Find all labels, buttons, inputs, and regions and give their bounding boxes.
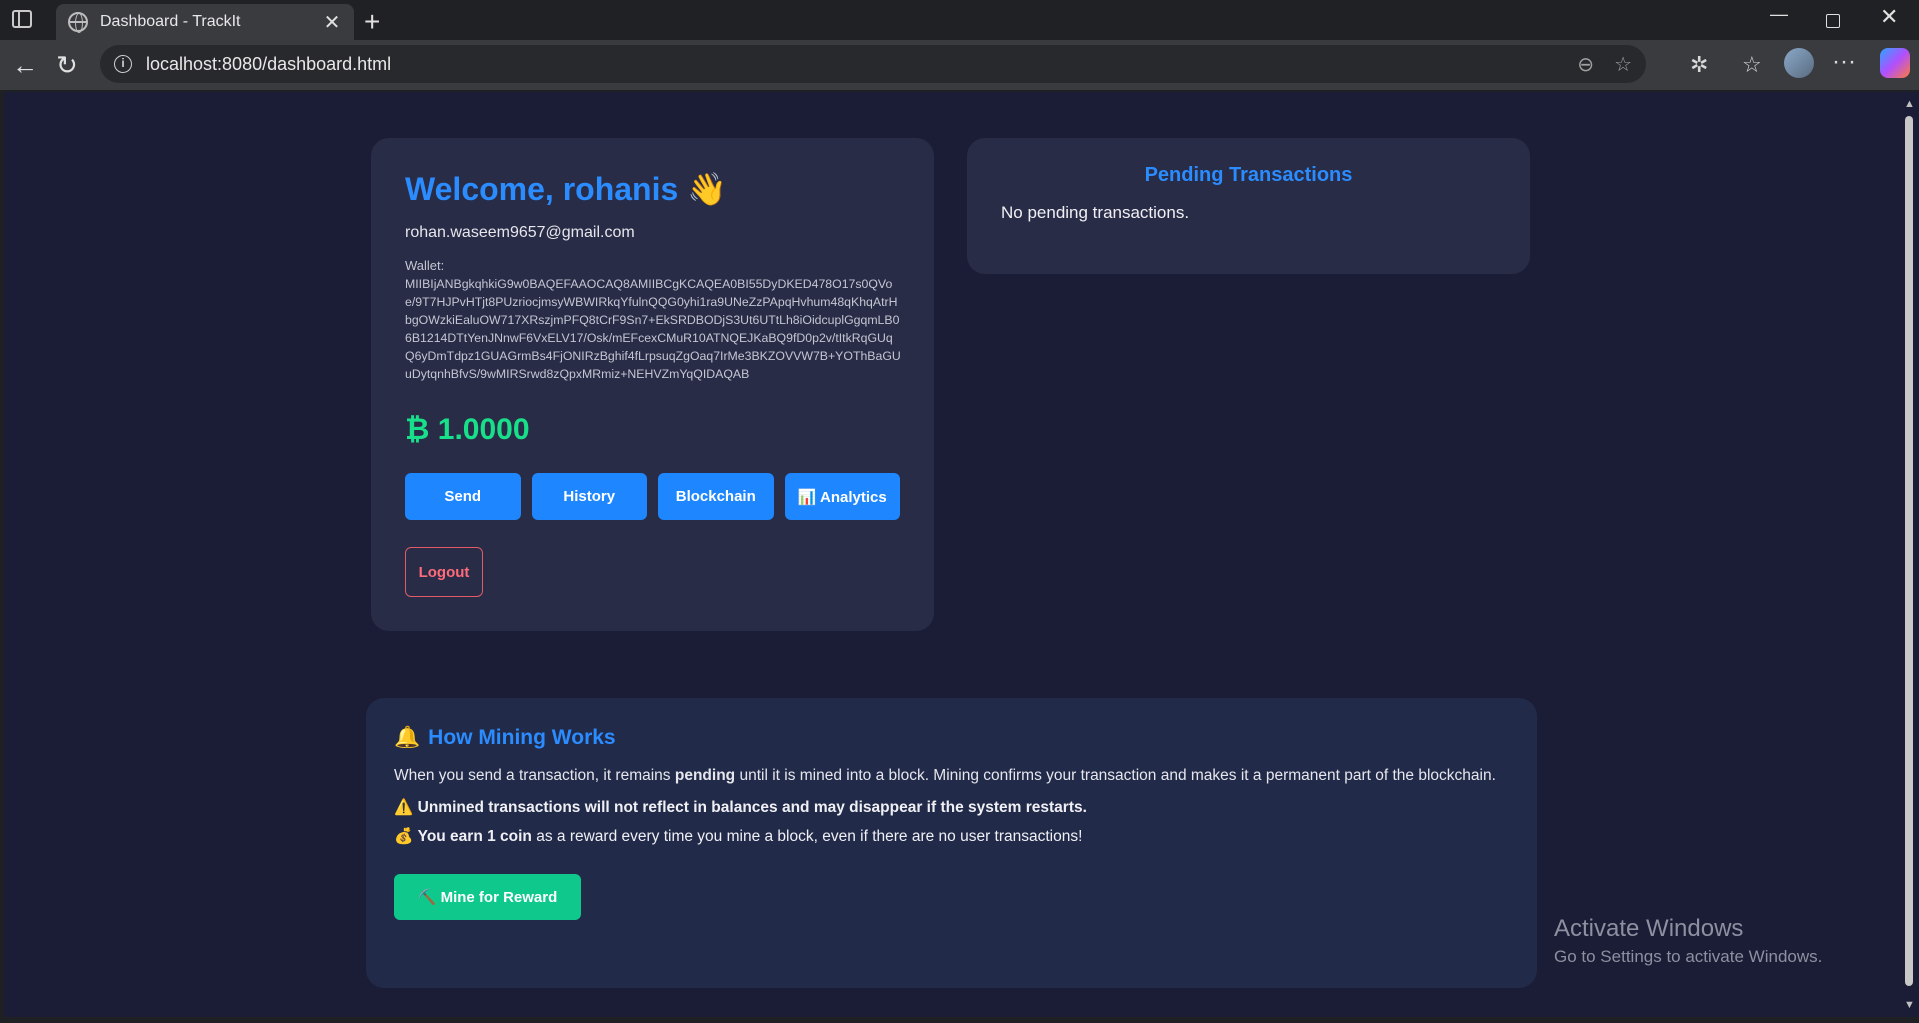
mining-desc-suffix: until it is mined into a block. Mining c… xyxy=(735,767,1496,784)
mining-desc-bold: pending xyxy=(674,767,736,784)
favorites-icon[interactable]: ☆ xyxy=(1742,52,1762,78)
url-text[interactable]: localhost:8080/dashboard.html xyxy=(146,54,1557,75)
browser-tab[interactable]: Dashboard - TrackIt ✕ xyxy=(56,4,354,40)
mining-warning: ⚠️ Unmined transactions will not reflect… xyxy=(394,798,1509,817)
address-bar[interactable]: i localhost:8080/dashboard.html ⊖ ☆ xyxy=(100,45,1646,83)
back-arrow-icon[interactable]: ← xyxy=(12,50,38,81)
extensions-icon[interactable]: ✲ xyxy=(1690,52,1708,78)
close-window-icon[interactable]: ✕ xyxy=(1880,4,1898,30)
mining-info-card: 🔔 How Mining Works When you send a trans… xyxy=(366,698,1537,988)
copilot-icon[interactable] xyxy=(1880,48,1910,78)
bell-icon: 🔔 xyxy=(394,726,421,749)
page-scrollbar[interactable]: ▲ ▼ xyxy=(1899,92,1919,1017)
wallet-label: Wallet: xyxy=(405,258,445,273)
zoom-out-icon[interactable]: ⊖ xyxy=(1577,52,1594,77)
reward-bold-text: You earn 1 coin xyxy=(417,828,532,845)
globe-icon xyxy=(68,12,88,33)
close-tab-icon[interactable]: ✕ xyxy=(322,10,342,35)
windows-activation-watermark: Activate Windows Go to Settings to activ… xyxy=(1554,915,1822,967)
activate-title: Activate Windows xyxy=(1554,915,1744,942)
scroll-down-arrow-icon[interactable]: ▼ xyxy=(1904,999,1915,1011)
warning-icon: ⚠️ xyxy=(394,799,414,816)
mine-for-reward-button[interactable]: ⛏️ Mine for Reward xyxy=(394,874,581,920)
logout-button[interactable]: Logout xyxy=(405,547,483,597)
mining-description: When you send a transaction, it remains … xyxy=(394,764,1504,788)
warning-text: Unmined transactions will not reflect in… xyxy=(417,799,1087,816)
mining-heading: 🔔 How Mining Works xyxy=(394,726,1509,750)
favorite-star-icon[interactable]: ☆ xyxy=(1614,52,1632,77)
maximize-icon[interactable] xyxy=(1826,14,1840,28)
history-button[interactable]: History xyxy=(531,473,647,520)
new-tab-icon[interactable]: + xyxy=(364,6,380,38)
mining-desc-prefix: When you send a transaction, it remains xyxy=(394,767,675,784)
sidebar-toggle-icon[interactable] xyxy=(12,10,32,28)
mining-title: How Mining Works xyxy=(428,726,616,749)
more-menu-icon[interactable]: ··· xyxy=(1832,48,1856,76)
balance-value: ₿ 1.0000 xyxy=(405,413,530,446)
tab-title: Dashboard - TrackIt xyxy=(100,13,241,30)
wallet-address: MIIBIjANBgkqhkiG9w0BAQEFAAOCAQ8AMIIBCgKC… xyxy=(405,277,901,381)
pending-title: Pending Transactions xyxy=(1144,164,1353,186)
pending-empty-message: No pending transactions. xyxy=(1001,203,1190,222)
blockchain-button[interactable]: Blockchain xyxy=(658,473,774,520)
site-info-icon[interactable]: i xyxy=(114,55,132,73)
minimize-icon[interactable]: — xyxy=(1770,4,1788,25)
activate-subtitle: Go to Settings to activate Windows. xyxy=(1554,947,1823,966)
reload-icon[interactable]: ↻ xyxy=(56,50,78,81)
page-viewport: Welcome, rohanis 👋 rohan.waseem9657@gmai… xyxy=(4,92,1899,1017)
action-buttons: Send History Blockchain 📊 Analytics xyxy=(405,473,900,520)
pending-transactions-card: Pending Transactions No pending transact… xyxy=(967,138,1530,274)
analytics-button[interactable]: 📊 Analytics xyxy=(784,473,900,520)
title-bar: Dashboard - TrackIt ✕ + — ✕ xyxy=(0,0,1919,40)
profile-avatar[interactable] xyxy=(1784,48,1814,78)
browser-toolbar: ← ↻ i localhost:8080/dashboard.html ⊖ ☆ … xyxy=(0,40,1919,90)
send-button[interactable]: Send xyxy=(405,473,521,520)
money-bag-icon: 💰 xyxy=(394,828,414,845)
user-card: Welcome, rohanis 👋 rohan.waseem9657@gmai… xyxy=(371,138,934,631)
reward-text: as a reward every time you mine a block,… xyxy=(531,828,1083,845)
mining-reward-note: 💰 You earn 1 coin as a reward every time… xyxy=(394,827,1509,846)
welcome-heading: Welcome, rohanis 👋 xyxy=(405,171,727,207)
scroll-up-arrow-icon[interactable]: ▲ xyxy=(1904,98,1915,110)
user-email: rohan.waseem9657@gmail.com xyxy=(405,224,635,241)
scroll-thumb[interactable] xyxy=(1905,116,1913,986)
